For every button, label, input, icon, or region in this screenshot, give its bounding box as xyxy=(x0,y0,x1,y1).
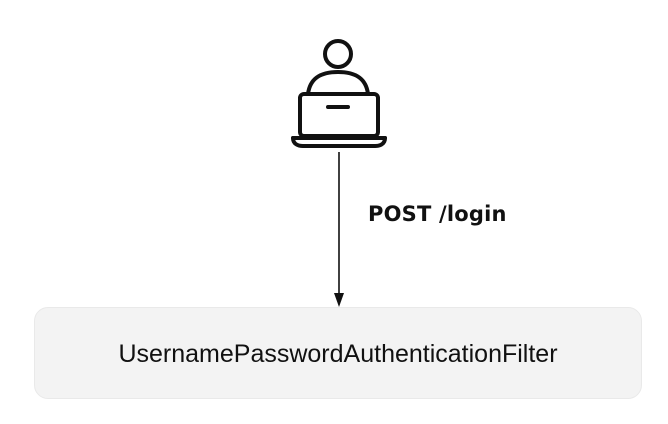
authentication-flow-diagram: POST /login UsernamePasswordAuthenticati… xyxy=(0,0,668,424)
filter-label: UsernamePasswordAuthenticationFilter xyxy=(118,339,558,368)
request-arrow xyxy=(334,152,344,307)
post-login-label: POST /login xyxy=(368,202,507,226)
user-laptop-icon xyxy=(290,36,390,150)
filter-box: UsernamePasswordAuthenticationFilter xyxy=(34,307,642,399)
